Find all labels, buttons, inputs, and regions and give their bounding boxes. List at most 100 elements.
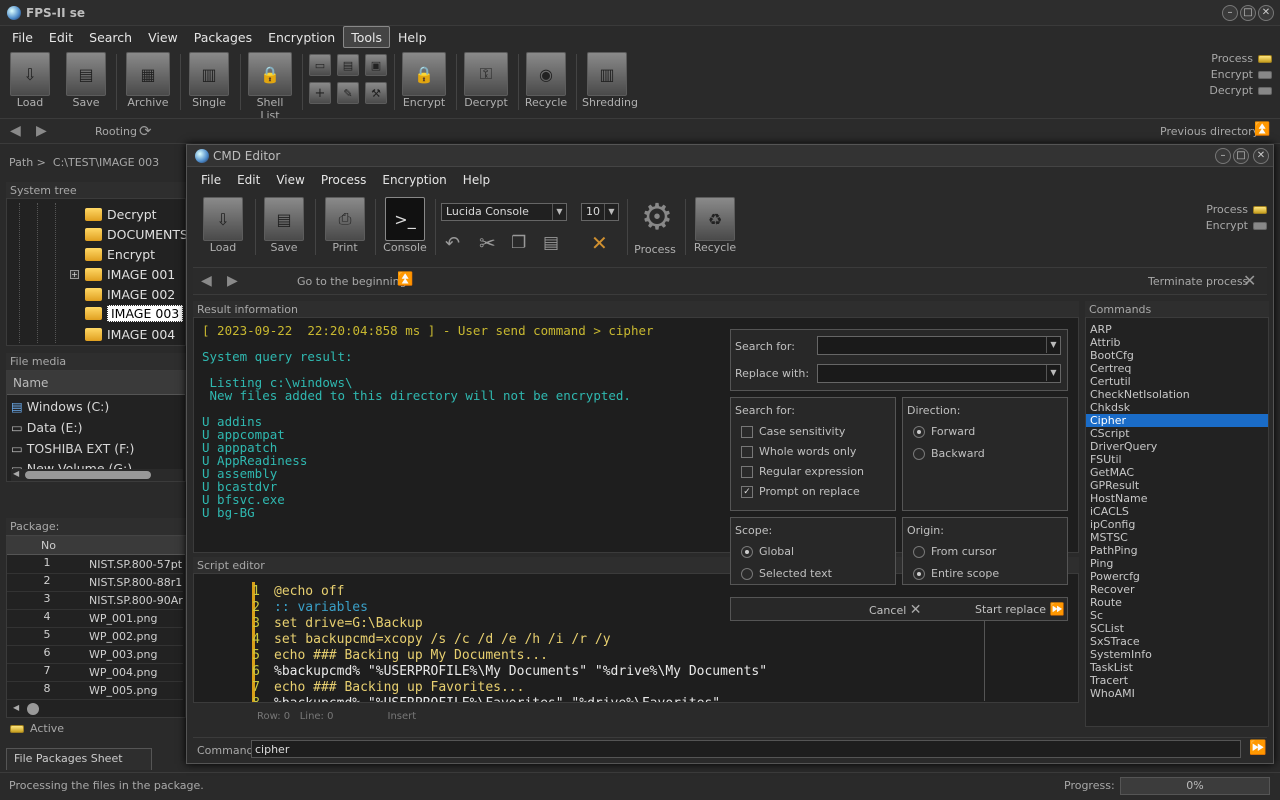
horizontal-scrollbar[interactable]: ◀: [11, 469, 183, 481]
clear-icon[interactable]: ✕: [591, 231, 608, 255]
cmd-menu-file[interactable]: File: [193, 169, 229, 191]
case-sensitivity-checkbox[interactable]: Case sensitivity: [741, 425, 845, 438]
cmd-load-button[interactable]: ⇩ Load: [201, 197, 245, 254]
menu-tools[interactable]: Tools: [343, 26, 390, 48]
cmd-recycle-button[interactable]: ♻ Recycle: [693, 197, 737, 254]
cut-icon[interactable]: ✂: [479, 231, 496, 255]
command-item[interactable]: Attrib: [1086, 336, 1268, 349]
cmd-minimize-button[interactable]: –: [1215, 148, 1231, 164]
tree-item-image-003[interactable]: IMAGE 003: [85, 305, 184, 322]
previous-directory-label[interactable]: Previous directory: [1160, 125, 1259, 138]
tool-copy-button[interactable]: ▭: [309, 54, 331, 76]
table-row[interactable]: 4 WP_001.png: [7, 610, 183, 628]
scroll-left-icon[interactable]: ◀: [13, 703, 19, 712]
path-value[interactable]: C:\TEST\IMAGE 003: [53, 156, 159, 169]
command-item[interactable]: Powercfg: [1086, 570, 1268, 583]
command-item[interactable]: TaskList: [1086, 661, 1268, 674]
go-to-beginning-label[interactable]: Go to the beginning: [297, 275, 407, 288]
forward-radio[interactable]: Forward: [913, 425, 975, 438]
drive-e[interactable]: ▭ Data (E:): [11, 420, 82, 435]
command-item[interactable]: BootCfg: [1086, 349, 1268, 362]
command-item[interactable]: PathPing: [1086, 544, 1268, 557]
table-row[interactable]: 2 NIST.SP.800-88r1.pdf: [7, 574, 183, 592]
undo-icon[interactable]: ↶: [445, 233, 460, 254]
cmd-menu-encryption[interactable]: Encryption: [374, 169, 454, 191]
run-command-icon[interactable]: ⏩: [1249, 740, 1266, 756]
cancel-button[interactable]: Cancel ✕: [869, 602, 922, 618]
tool-tools-button[interactable]: ⚒: [365, 82, 387, 104]
tool-add-button[interactable]: +: [309, 82, 331, 104]
prompt-on-replace-checkbox[interactable]: ✓ Prompt on replace: [741, 485, 860, 498]
command-item[interactable]: Cipher: [1086, 414, 1268, 427]
package-scrollbar[interactable]: ◀: [11, 703, 183, 715]
menu-encryption[interactable]: Encryption: [260, 26, 343, 48]
cmd-process-button[interactable]: ⚙ Process: [633, 197, 677, 256]
tree-item-image-002[interactable]: IMAGE 002: [85, 287, 175, 302]
tool-save-button[interactable]: ▤: [337, 54, 359, 76]
start-replace-button[interactable]: Start replace ⏩: [975, 602, 1064, 616]
up-chevrons-icon[interactable]: ⏫: [1254, 122, 1270, 137]
command-item[interactable]: MSTSC: [1086, 531, 1268, 544]
cmd-forward-arrow-icon[interactable]: ▶: [227, 273, 238, 289]
search-for-input[interactable]: ▼: [817, 336, 1061, 355]
command-item[interactable]: WhoAMI: [1086, 687, 1268, 700]
command-item[interactable]: SCList: [1086, 622, 1268, 635]
command-item[interactable]: GetMAC: [1086, 466, 1268, 479]
command-item[interactable]: Certreq: [1086, 362, 1268, 375]
command-item[interactable]: Certutil: [1086, 375, 1268, 388]
expand-plus-icon[interactable]: +: [70, 270, 79, 279]
tree-item-documents[interactable]: DOCUMENTS: [85, 227, 188, 242]
name-column-header[interactable]: Name: [7, 371, 185, 395]
command-item[interactable]: CheckNetIsolation: [1086, 388, 1268, 401]
table-row[interactable]: 3 NIST.SP.800-90Ar1.pdf: [7, 592, 183, 610]
single-button[interactable]: ▥ Single: [187, 52, 231, 109]
drive-f[interactable]: ▭ TOSHIBA EXT (F:): [11, 441, 134, 456]
command-item[interactable]: iCACLS: [1086, 505, 1268, 518]
selected-text-radio[interactable]: Selected text: [741, 567, 832, 580]
menu-view[interactable]: View: [140, 26, 186, 48]
tree-item-encrypt[interactable]: Encrypt: [85, 247, 155, 262]
tool-edit-button[interactable]: ✎: [337, 82, 359, 104]
command-item[interactable]: Chkdsk: [1086, 401, 1268, 414]
decrypt-button[interactable]: ⚿ Decrypt: [462, 52, 510, 109]
file-packages-sheet-tab[interactable]: File Packages Sheet: [6, 748, 152, 770]
forward-arrow-icon[interactable]: ▶: [36, 123, 47, 139]
cmd-menu-help[interactable]: Help: [455, 169, 498, 191]
command-item[interactable]: FSUtil: [1086, 453, 1268, 466]
recycle-button[interactable]: ◉ Recycle: [524, 52, 568, 109]
menu-packages[interactable]: Packages: [186, 26, 260, 48]
entire-scope-radio[interactable]: Entire scope: [913, 567, 999, 580]
terminate-process-label[interactable]: Terminate process: [1148, 275, 1248, 288]
command-item[interactable]: ARP: [1086, 323, 1268, 336]
font-select[interactable]: Lucida Console ▼: [441, 203, 567, 221]
scrollbar-thumb[interactable]: [27, 703, 39, 715]
table-row[interactable]: 5 WP_002.png: [7, 628, 183, 646]
encrypt-button[interactable]: 🔒 Encrypt: [400, 52, 448, 109]
table-row[interactable]: 6 WP_003.png: [7, 646, 183, 664]
menu-search[interactable]: Search: [81, 26, 140, 48]
table-row[interactable]: 7 WP_004.png: [7, 664, 183, 682]
cmd-save-button[interactable]: ▤ Save: [262, 197, 306, 254]
shell-list-button[interactable]: 🔒 Shell List: [246, 52, 294, 122]
command-item[interactable]: GPResult: [1086, 479, 1268, 492]
menu-help[interactable]: Help: [390, 26, 435, 48]
command-item[interactable]: Recover: [1086, 583, 1268, 596]
command-item[interactable]: Sc: [1086, 609, 1268, 622]
scrollbar-thumb[interactable]: [25, 471, 151, 479]
cmd-back-arrow-icon[interactable]: ◀: [201, 273, 212, 289]
commands-list[interactable]: ARP Attrib BootCfg Certreq Certutil CheckNetI…: [1085, 317, 1269, 727]
minimize-button[interactable]: –: [1222, 5, 1238, 21]
load-button[interactable]: ⇩ Load: [8, 52, 52, 109]
command-item[interactable]: DriverQuery: [1086, 440, 1268, 453]
maximize-button[interactable]: □: [1240, 5, 1256, 21]
command-item[interactable]: SxSTrace: [1086, 635, 1268, 648]
table-row[interactable]: 8 WP_005.png: [7, 682, 183, 700]
command-item[interactable]: Route: [1086, 596, 1268, 609]
cmd-menu-process[interactable]: Process: [313, 169, 375, 191]
menu-file[interactable]: File: [4, 26, 41, 48]
command-item[interactable]: HostName: [1086, 492, 1268, 505]
command-input[interactable]: cipher: [251, 740, 1241, 758]
tool-save-all-button[interactable]: ▣: [365, 54, 387, 76]
tree-item-image-004[interactable]: IMAGE 004: [85, 327, 175, 342]
regular-expression-checkbox[interactable]: Regular expression: [741, 465, 864, 478]
